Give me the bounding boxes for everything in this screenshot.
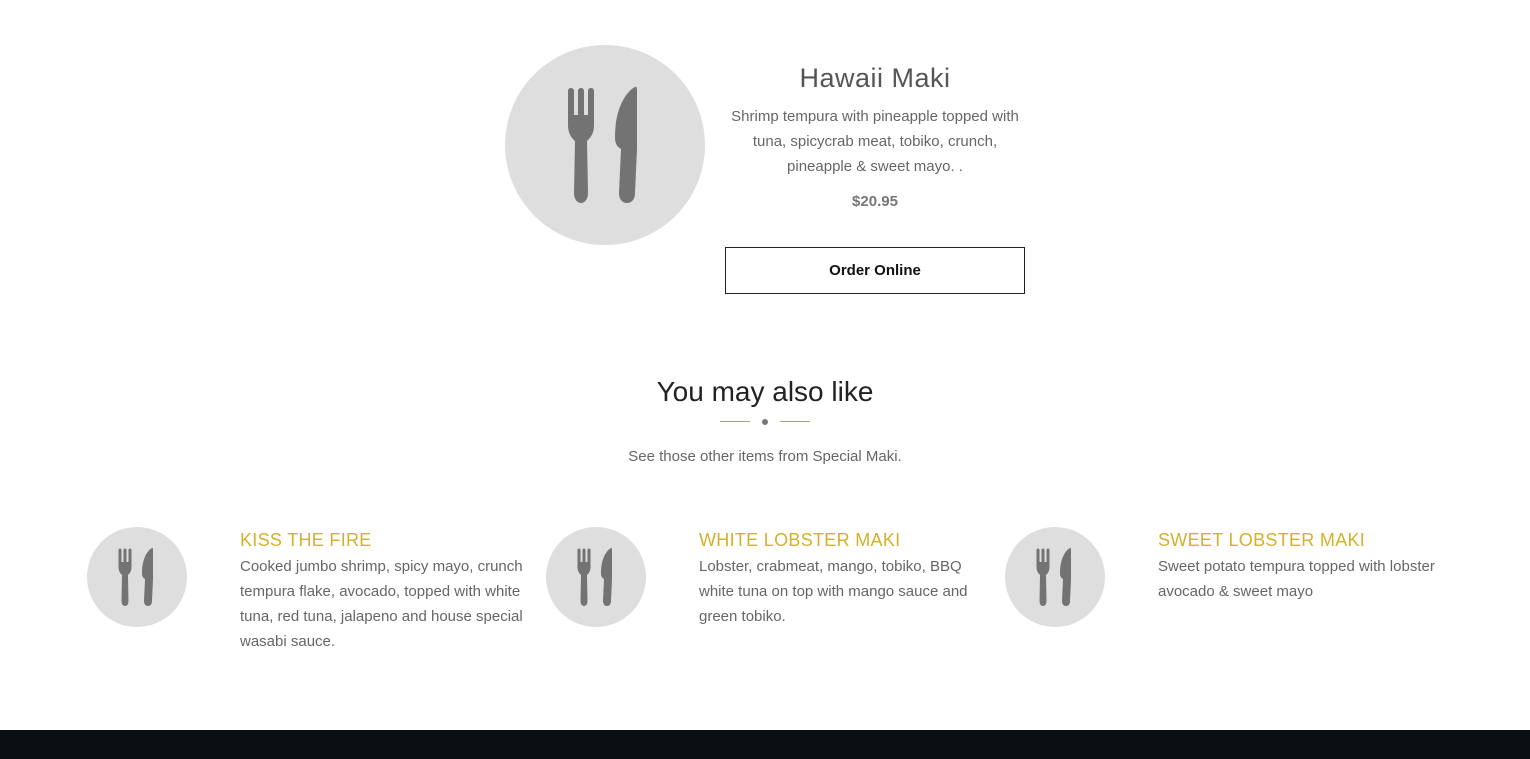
related-item-description: Lobster, crabmeat, mango, tobiko, BBQ wh…	[699, 558, 968, 625]
related-item-description: Sweet potato tempura topped with lobster…	[1158, 558, 1435, 600]
related-item-photo[interactable]	[546, 527, 646, 627]
related-item: SWEET LOBSTER MAKI Sweet potato tempura …	[1158, 528, 1448, 604]
related-section-title: You may also like	[656, 376, 874, 407]
order-online-button[interactable]: Order Online	[725, 247, 1025, 294]
fork-knife-icon	[1036, 547, 1071, 606]
related-item-photo[interactable]	[1005, 527, 1105, 627]
related-item-title[interactable]: KISS THE FIRE	[240, 528, 530, 552]
item-details: Hawaii Maki Shrimp tempura with pineappl…	[725, 60, 1025, 210]
related-item-photo[interactable]	[87, 527, 187, 627]
related-section-subtitle: See those other items from Special Maki.	[628, 448, 902, 465]
page: Hawaii Maki Shrimp tempura with pineappl…	[0, 0, 1530, 759]
fork-knife-icon	[568, 86, 637, 203]
related-item: WHITE LOBSTER MAKI Lobster, crabmeat, ma…	[699, 528, 989, 629]
related-item-title[interactable]: WHITE LOBSTER MAKI	[699, 528, 989, 552]
related-item: KISS THE FIRE Cooked jumbo shrimp, spicy…	[240, 528, 530, 654]
item-photo-placeholder	[505, 45, 705, 245]
related-item-title[interactable]: SWEET LOBSTER MAKI	[1158, 528, 1448, 552]
item-title: Hawaii Maki	[799, 63, 951, 93]
item-price: $20.95	[852, 193, 898, 210]
item-description: Shrimp tempura with pineapple topped wit…	[731, 108, 1019, 175]
fork-knife-icon	[577, 547, 612, 606]
footer	[0, 730, 1530, 759]
related-item-description: Cooked jumbo shrimp, spicy mayo, crunch …	[240, 558, 523, 650]
section-divider	[720, 417, 810, 427]
fork-knife-icon	[118, 547, 153, 606]
